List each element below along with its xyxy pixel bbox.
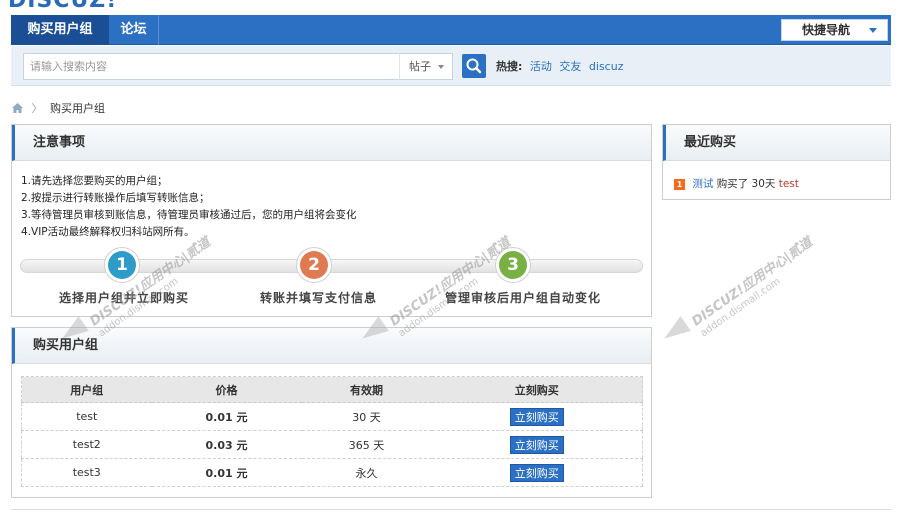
notice-line: 4.VIP活动最终解释权归科站网所有。 [21,226,195,238]
buy-now-button[interactable]: 立刻购买 [509,407,564,426]
col-header-price: 价格 [151,376,302,403]
buy-usergroup-panel: 购买用户组 用户组 价格 有效期 立刻购买 test 0.01 元 30 天 立… [11,327,652,498]
buy-now-button[interactable]: 立刻购买 [509,463,564,482]
breadcrumb: 〉 购买用户组 [11,102,105,116]
notice-line: 2.按提示进行转账操作后填写转账信息； [21,192,210,204]
recent-purchase-item: 1 测试 购买了 30天 test [674,176,799,191]
cell-group: test3 [21,458,152,487]
col-header-group: 用户组 [21,376,152,403]
cell-buy: 立刻购买 [431,402,643,431]
recent-user-link[interactable]: 测试 [692,178,713,190]
nav-tab-forum[interactable]: 论坛 [109,15,159,45]
cell-price: 0.01 元 [151,402,302,431]
cell-price: 0.03 元 [151,430,302,459]
search-button[interactable] [462,54,486,78]
search-type-select[interactable]: 帖子 [399,53,453,80]
footer-divider [11,509,891,510]
step-2-label: 转账并填写支付信息 [260,291,378,305]
notice-panel: 注意事项 1.请先选择您要购买的用户组； 2.按提示进行转账操作后填写转账信息；… [11,124,652,317]
search-type-label: 帖子 [409,60,431,73]
rank-badge: 1 [674,179,685,190]
table-header-row: 用户组 价格 有效期 立刻购买 [21,376,643,403]
hot-search-label: 热搜: [496,60,523,73]
caret-down-icon [438,65,444,69]
watermark-brand: DISCUZ!应用中心|贰道 [689,235,816,330]
recent-group: test [778,178,799,190]
hot-search: 热搜: 活动 交友 discuz [496,58,623,74]
table-row: test2 0.03 元 365 天 立刻购买 [21,430,643,459]
step-1-badge: 1 [108,251,136,279]
hot-term-link[interactable]: 交友 [559,60,581,73]
recent-action: 购买了 30天 [716,178,776,190]
breadcrumb-current: 购买用户组 [50,102,105,115]
cell-buy: 立刻购买 [431,430,643,459]
watermark: DISCUZ!应用中心|贰道 addon.dismall.com [689,235,823,341]
buy-now-button[interactable]: 立刻购买 [509,435,564,454]
breadcrumb-separator: 〉 [31,102,43,115]
cell-group: test [21,402,152,431]
main-nav: 购买用户组 论坛 快捷导航 [11,15,891,45]
cell-buy: 立刻购买 [431,458,643,487]
nav-tab-buy-usergroup[interactable]: 购买用户组 [11,15,109,45]
search-bar: 请输入搜索内容 帖子 热搜: 活动 交友 discuz [11,46,891,86]
cell-price: 0.01 元 [151,458,302,487]
notice-line: 3.等待管理员审核到账信息，待管理员审核通过后，您的用户组将会变化 [21,209,357,221]
table-row: test 0.01 元 30 天 立刻购买 [21,402,643,431]
cell-period: 永久 [301,458,432,487]
search-icon [466,58,482,74]
recent-title: 最近购买 [663,125,890,161]
cell-group: test2 [21,430,152,459]
notice-title: 注意事项 [12,125,651,161]
cell-period: 30 天 [301,402,432,431]
recent-purchase-panel: 最近购买 1 测试 购买了 30天 test [662,124,891,200]
quick-nav-label: 快捷导航 [802,23,851,37]
site-logo-strip: DISCUZ! [0,0,910,14]
notice-line: 1.请先选择您要购买的用户组； [21,175,168,187]
cell-period: 365 天 [301,430,432,459]
caret-down-icon [869,28,877,33]
hot-term-link[interactable]: discuz [589,60,624,73]
hot-term-link[interactable]: 活动 [530,60,552,73]
notice-list: 1.请先选择您要购买的用户组； 2.按提示进行转账操作后填写转账信息； 3.等待… [21,173,357,241]
watermark-url: addon.dismall.com [698,275,783,340]
site-logo[interactable]: DISCUZ! [8,0,117,13]
search-input[interactable]: 请输入搜索内容 [23,53,401,80]
col-header-buy: 立刻购买 [431,376,643,403]
home-icon[interactable] [11,102,24,114]
step-2-badge: 2 [300,251,328,279]
table-row: test3 0.01 元 永久 立刻购买 [21,458,643,487]
quick-nav-button[interactable]: 快捷导航 [781,19,888,41]
col-header-period: 有效期 [301,376,432,403]
watermark-arrow-icon [659,316,691,346]
usergroup-table: 用户组 价格 有效期 立刻购买 test 0.01 元 30 天 立刻购买 te… [21,376,643,487]
